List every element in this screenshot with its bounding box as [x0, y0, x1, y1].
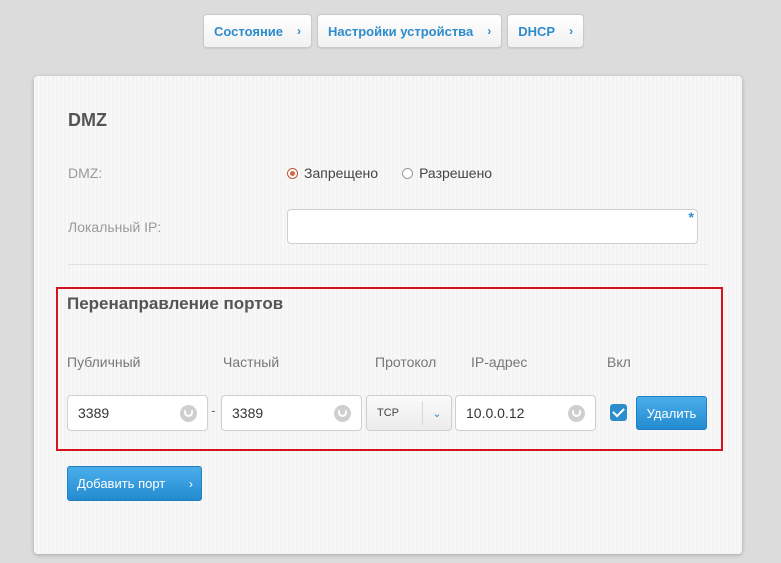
radio-label: Разрешено [419, 165, 493, 181]
col-private: Частный [223, 354, 280, 370]
dmz-label: DMZ: [68, 165, 103, 181]
chevron-down-icon: ⌄ [432, 407, 442, 420]
breadcrumb-label: Состояние [214, 23, 284, 39]
add-port-label: Добавить порт [77, 476, 166, 491]
breadcrumb: Состояние › Настройки устройства › DHCP … [203, 14, 585, 48]
public-port-input[interactable]: 3389 [67, 395, 208, 431]
ip-address-input[interactable]: 10.0.0.12 [455, 395, 596, 431]
range-dash: - [211, 402, 216, 418]
radio-label: Запрещено [304, 165, 379, 181]
dmz-radio-disabled[interactable]: Запрещено [287, 165, 378, 181]
col-public: Публичный [67, 354, 141, 370]
local-ip-input[interactable]: * [287, 209, 698, 244]
smiley-icon [334, 404, 351, 422]
dmz-radio-group: Запрещено Разрешено [287, 165, 492, 181]
port-forwarding-heading: Перенаправление портов [67, 294, 284, 313]
smiley-icon [568, 404, 585, 422]
chevron-right-icon: › [569, 24, 574, 38]
add-port-button[interactable]: Добавить порт › [67, 466, 202, 501]
settings-panel: DMZ DMZ: Запрещено Разрешено Локальный I… [34, 76, 742, 554]
breadcrumb-device-settings[interactable]: Настройки устройства › [317, 14, 503, 48]
dmz-heading: DMZ [68, 110, 107, 130]
protocol-select[interactable]: TCP ⌄ [366, 395, 452, 431]
breadcrumb-label: Настройки устройства [328, 23, 474, 39]
private-port-input[interactable]: 3389 [221, 395, 362, 431]
private-port-value: 3389 [232, 405, 264, 421]
section-divider [68, 264, 708, 265]
chevron-right-icon: › [189, 476, 193, 491]
chevron-right-icon: › [297, 24, 302, 38]
delete-button[interactable]: Удалить [636, 396, 707, 430]
breadcrumb-label: DHCP [518, 23, 556, 39]
public-port-value: 3389 [78, 405, 110, 421]
col-protocol: Протокол [375, 354, 437, 370]
enabled-checkbox[interactable] [610, 404, 627, 421]
dmz-radio-enabled[interactable]: Разрешено [402, 165, 492, 181]
ip-address-value: 10.0.0.12 [466, 405, 525, 421]
radio-unselected-icon [402, 167, 414, 179]
col-ip: IP-адрес [471, 354, 528, 370]
local-ip-label: Локальный IP: [68, 219, 162, 235]
smiley-icon [180, 404, 197, 422]
chevron-right-icon: › [487, 24, 492, 38]
col-enabled: Вкл [607, 354, 631, 370]
breadcrumb-dhcp[interactable]: DHCP › [507, 14, 585, 48]
protocol-value: TCP [377, 407, 399, 419]
required-asterisk-icon: * [688, 209, 694, 225]
radio-selected-icon [287, 167, 298, 179]
breadcrumb-status[interactable]: Состояние › [203, 14, 313, 48]
